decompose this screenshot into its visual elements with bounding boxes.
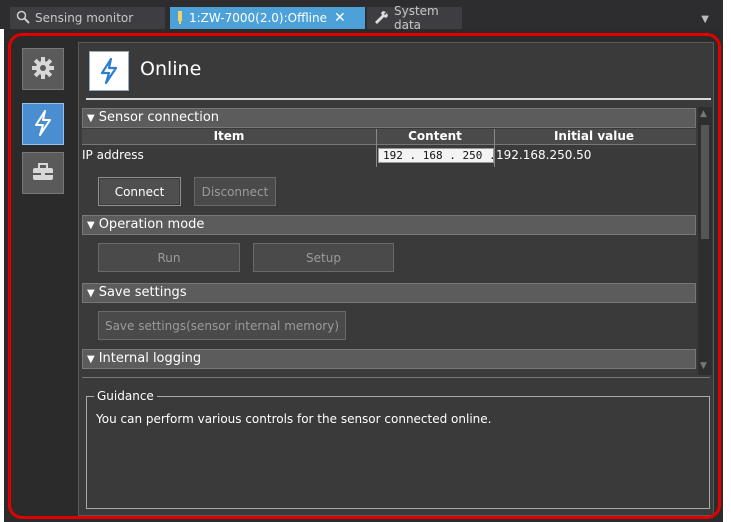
scrollbar[interactable]: ▲ ▼ — [698, 107, 712, 375]
wrench-icon — [373, 10, 389, 27]
column-item: Item — [213, 129, 245, 143]
section-title: Sensor connection — [98, 110, 220, 125]
section-internal-logging[interactable]: ▼ Internal logging — [82, 349, 696, 369]
column-content: Content — [408, 129, 462, 143]
toolbox-icon — [31, 162, 55, 185]
scroll-up-icon[interactable]: ▲ — [700, 109, 707, 119]
chevron-down-icon[interactable]: ▼ — [701, 14, 709, 25]
tab-label: 1:ZW-7000(2.0):Offline — [189, 11, 328, 25]
sensor-icon — [176, 10, 184, 27]
header-lightning-icon — [89, 51, 129, 91]
section-operation-mode[interactable]: ▼ Operation mode — [82, 215, 696, 235]
triangle-down-icon: ▼ — [87, 220, 95, 231]
scroll-down-icon[interactable]: ▼ — [700, 361, 707, 371]
section-sensor-connection[interactable]: ▼ Sensor connection — [82, 108, 696, 128]
section-title: Internal logging — [98, 351, 202, 366]
section-title: Save settings — [98, 285, 187, 300]
sidebar-item-settings[interactable] — [22, 48, 64, 90]
column-initial: Initial value — [553, 129, 635, 143]
tab-label: System data — [394, 4, 439, 32]
disconnect-button[interactable]: Disconnect — [194, 177, 276, 206]
setup-button[interactable]: Setup — [253, 243, 394, 272]
sidebar-item-tools[interactable] — [22, 152, 64, 194]
scrollbar-thumb[interactable] — [701, 125, 709, 239]
tab-system-data[interactable]: System data — [367, 4, 462, 32]
gear-icon — [31, 56, 55, 83]
row-item: IP address — [82, 148, 144, 162]
grid-header: Item Content Initial value — [82, 129, 696, 145]
guidance-divider — [82, 377, 710, 378]
triangle-down-icon: ▼ — [87, 354, 95, 365]
tab-label: Sensing monitor — [35, 11, 134, 25]
window-edge — [723, 0, 731, 29]
triangle-down-icon: ▼ — [87, 113, 95, 124]
magnifier-icon — [16, 10, 30, 27]
connect-button[interactable]: Connect — [98, 177, 181, 206]
sidebar-item-online[interactable] — [22, 103, 64, 145]
run-button[interactable]: Run — [98, 243, 240, 272]
tab-zw7000[interactable]: 1:ZW-7000(2.0):Offline ✕ — [170, 7, 365, 29]
ip-address-field[interactable]: 192 . 168 . 250 . 50 — [378, 148, 494, 163]
row-initial-value: 192.168.250.50 — [496, 148, 592, 162]
triangle-down-icon: ▼ — [87, 288, 95, 299]
section-save-settings[interactable]: ▼ Save settings — [82, 283, 696, 303]
close-icon[interactable]: ✕ — [334, 10, 346, 26]
save-settings-button[interactable]: Save settings(sensor internal memory) — [98, 311, 346, 340]
section-title: Operation mode — [98, 217, 205, 232]
table-row: IP address 192 . 168 . 250 . 50 192.168.… — [82, 145, 696, 167]
guidance-legend: Guidance — [94, 389, 157, 403]
page-title: Online — [140, 58, 202, 80]
guidance-text: You can perform various controls for the… — [96, 412, 492, 426]
tab-sensing-monitor[interactable]: Sensing monitor — [10, 7, 165, 29]
lightning-icon — [33, 109, 53, 139]
header-divider — [86, 98, 711, 100]
tab-strip: Sensing monitor 1:ZW-7000(2.0):Offline ✕… — [0, 0, 731, 32]
